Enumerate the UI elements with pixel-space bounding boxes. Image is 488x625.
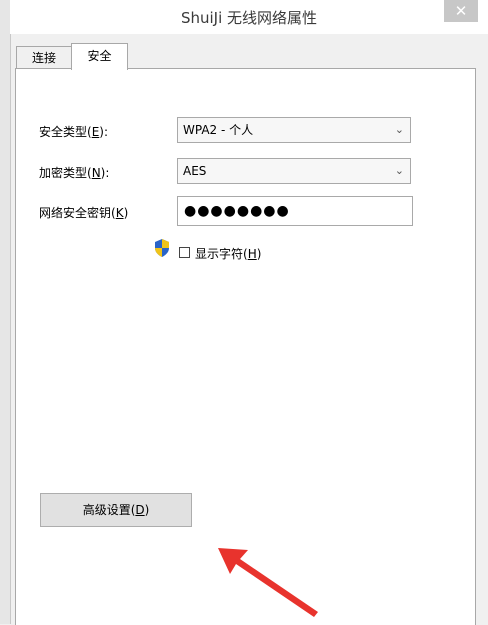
background-window-edge	[0, 0, 11, 624]
encryption-type-label: 加密类型(N):	[39, 166, 110, 180]
show-characters-checkbox[interactable]	[179, 247, 190, 258]
network-key-label: 网络安全密钥(K)	[39, 206, 129, 220]
encryption-type-value: AES	[183, 164, 207, 178]
network-key-field[interactable]: ●●●●●●●●	[177, 196, 413, 226]
chevron-down-icon: ⌄	[394, 123, 404, 136]
close-button[interactable]: ✕	[444, 0, 478, 22]
annotation-arrow-icon	[218, 548, 318, 617]
tab-security[interactable]: 安全	[71, 43, 128, 70]
security-type-label: 安全类型(E):	[39, 125, 109, 139]
uac-shield-icon	[155, 239, 169, 257]
chevron-down-icon: ⌄	[394, 164, 404, 177]
security-type-value: WPA2 - 个人	[183, 123, 254, 137]
title-bar[interactable]: ShuiJi 无线网络属性 ✕	[10, 0, 488, 34]
window-title: ShuiJi 无线网络属性	[180, 9, 318, 27]
encryption-type-select[interactable]: AES ⌄	[177, 158, 411, 184]
tab-connection[interactable]: 连接	[16, 46, 72, 69]
show-characters-label[interactable]: 显示字符(H)	[195, 245, 261, 262]
security-type-select[interactable]: WPA2 - 个人 ⌄	[177, 117, 411, 143]
advanced-settings-button[interactable]: 高级设置(D)	[40, 493, 192, 527]
